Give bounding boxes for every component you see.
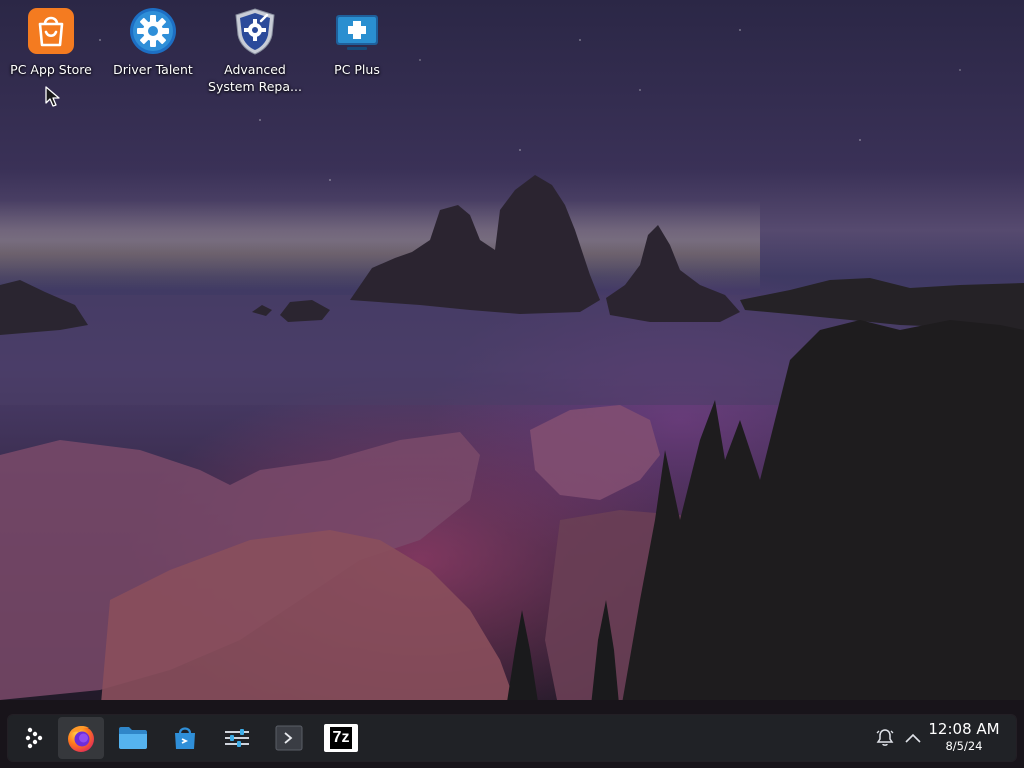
folder-icon <box>119 727 147 749</box>
desktop-icon-advanced-system-repair[interactable]: Advanced System Repa... <box>204 6 306 95</box>
taskbar-app-terminal[interactable] <box>266 717 312 759</box>
chevron-up-icon <box>905 733 921 743</box>
settings-sliders-icon <box>225 729 249 747</box>
desktop-icon-label: Driver Talent <box>113 62 193 77</box>
wallpaper-landscape <box>0 175 1024 768</box>
clock-time: 12:08 AM <box>928 720 1000 738</box>
terminal-icon <box>275 725 303 751</box>
app-launcher-icon <box>25 727 43 749</box>
tray-notifications[interactable] <box>874 715 896 761</box>
digital-clock[interactable]: 12:08 AM 8/5/24 <box>924 719 1004 754</box>
taskbar-panel: 7z 12:08 AM 8/5/24 <box>8 715 1016 761</box>
firefox-icon <box>68 726 94 752</box>
bell-icon <box>876 729 894 746</box>
taskbar-app-7zip[interactable]: 7z <box>318 717 364 759</box>
desktop-icon-label: PC Plus <box>334 62 380 77</box>
taskbar-app-discover[interactable] <box>162 717 208 759</box>
desktop-icon-label: Advanced System Repa... <box>208 62 302 94</box>
store-bag-icon <box>175 727 195 749</box>
app-launcher-button[interactable] <box>12 717 58 759</box>
desktop-icon-pc-app-store[interactable]: PC App Store <box>0 6 102 78</box>
sevenzip-icon: 7z <box>324 724 358 752</box>
clock-date: 8/5/24 <box>945 739 983 753</box>
taskbar-app-files[interactable] <box>110 717 156 759</box>
desktop-wallpaper[interactable]: PC App Store Driver Talent Advanced Syst… <box>0 0 1024 768</box>
shield-gear-icon <box>230 6 280 56</box>
desktop-icon-driver-talent[interactable]: Driver Talent <box>102 6 204 78</box>
tray-expand-button[interactable] <box>902 715 924 761</box>
gear-icon <box>128 6 178 56</box>
sevenzip-label: 7z <box>329 727 353 749</box>
shopping-bag-icon <box>26 6 76 56</box>
taskbar-app-firefox[interactable] <box>58 717 104 759</box>
mouse-pointer-icon <box>45 86 60 107</box>
desktop-icon-pc-plus[interactable]: PC Plus <box>306 6 408 78</box>
medical-cross-icon <box>332 6 382 56</box>
desktop-icon-label: PC App Store <box>10 62 92 77</box>
taskbar-app-system-settings[interactable] <box>214 717 260 759</box>
